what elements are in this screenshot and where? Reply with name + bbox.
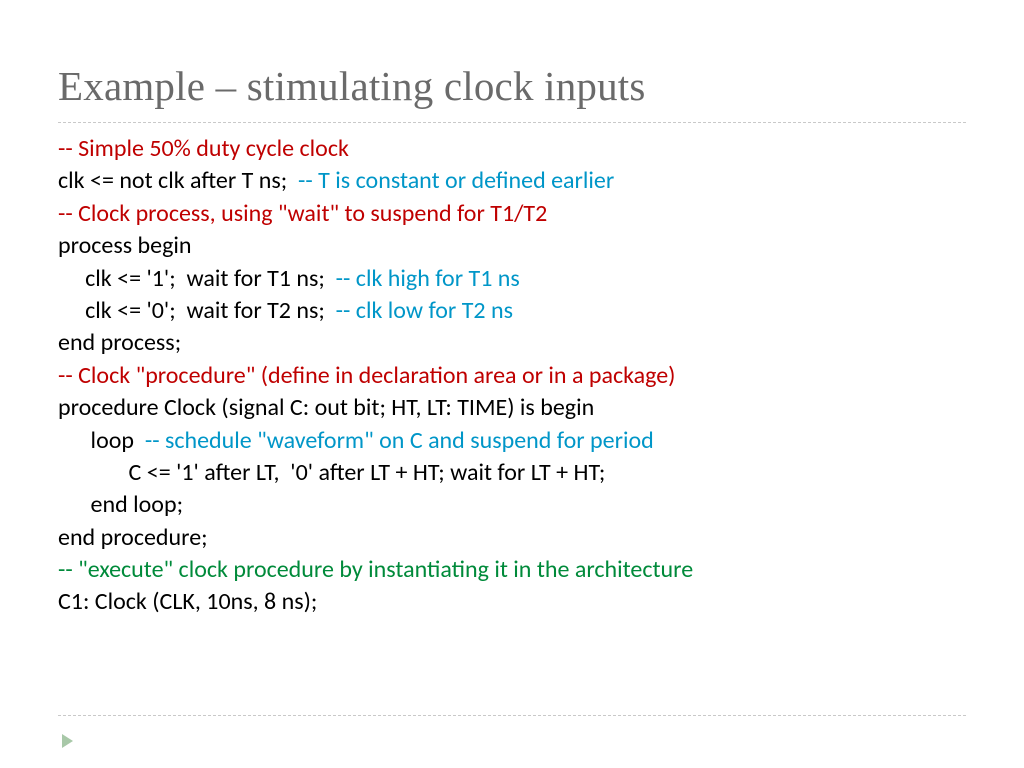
- code-text: clk <= '0'; wait for T2 ns;: [58, 296, 336, 325]
- comment-text: -- Clock process, using "wait" to suspen…: [58, 199, 547, 228]
- code-text: C <= '1' after LT, '0' after LT + HT; wa…: [58, 458, 605, 487]
- comment-text: -- T is constant or defined earlier: [298, 166, 614, 195]
- code-text: procedure Clock (signal C: out bit; HT, …: [58, 393, 594, 422]
- code-text: clk <= '1'; wait for T1 ns;: [58, 264, 336, 293]
- code-line: end procedure;: [58, 522, 966, 554]
- slide-title: Example – stimulating clock inputs: [58, 62, 966, 110]
- code-line: C1: Clock (CLK, 10ns, 8 ns);: [58, 586, 966, 618]
- code-line: C <= '1' after LT, '0' after LT + HT; wa…: [58, 457, 966, 489]
- code-line: clk <= '0'; wait for T2 ns; -- clk low f…: [58, 295, 966, 327]
- code-text: end loop;: [58, 490, 183, 519]
- bullet-marker-icon: [62, 734, 73, 748]
- title-divider: [58, 122, 966, 123]
- code-line: loop -- schedule "waveform" on C and sus…: [58, 425, 966, 457]
- slide-body: -- Simple 50% duty cycle clock clk <= no…: [58, 133, 966, 619]
- code-text: end procedure;: [58, 523, 208, 552]
- code-text: clk <= not clk after T ns;: [58, 166, 298, 195]
- comment-text: -- Simple 50% duty cycle clock: [58, 134, 349, 163]
- comment-text: -- clk high for T1 ns: [336, 264, 520, 293]
- code-line: process begin: [58, 230, 966, 262]
- code-text: loop: [58, 426, 145, 455]
- code-line: clk <= '1'; wait for T1 ns; -- clk high …: [58, 263, 966, 295]
- comment-text: -- clk low for T2 ns: [336, 296, 513, 325]
- code-line: clk <= not clk after T ns; -- T is const…: [58, 165, 966, 197]
- comment-text: -- "execute" clock procedure by instanti…: [58, 555, 693, 584]
- comment-text: -- schedule "waveform" on C and suspend …: [145, 426, 654, 455]
- code-line: end loop;: [58, 489, 966, 521]
- code-line: -- "execute" clock procedure by instanti…: [58, 554, 966, 586]
- code-line: procedure Clock (signal C: out bit; HT, …: [58, 392, 966, 424]
- code-line: -- Simple 50% duty cycle clock: [58, 133, 966, 165]
- code-text: C1: Clock (CLK, 10ns, 8 ns);: [58, 587, 317, 616]
- footer-divider: [58, 715, 966, 716]
- slide: Example – stimulating clock inputs -- Si…: [0, 0, 1024, 768]
- code-line: -- Clock process, using "wait" to suspen…: [58, 198, 966, 230]
- code-text: end process;: [58, 328, 181, 357]
- code-text: process begin: [58, 231, 192, 260]
- code-line: end process;: [58, 327, 966, 359]
- comment-text: -- Clock "procedure" (define in declarat…: [58, 361, 675, 390]
- code-line: -- Clock "procedure" (define in declarat…: [58, 360, 966, 392]
